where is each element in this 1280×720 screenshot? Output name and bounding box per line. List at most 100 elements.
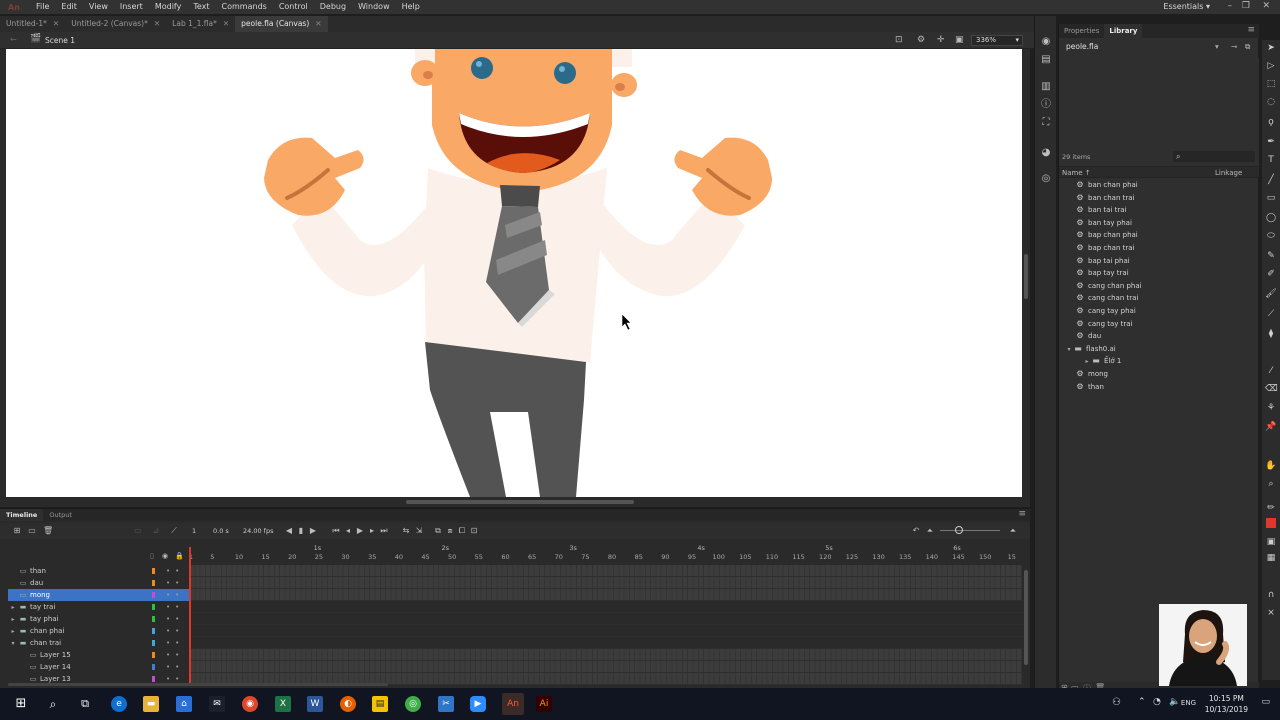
panel-menu-icon[interactable]: ≡	[1018, 509, 1026, 519]
back-arrow-icon[interactable]: ←	[10, 35, 17, 44]
panel-menu-icon[interactable]: ≡	[1247, 25, 1255, 35]
frame-row[interactable]	[190, 589, 1022, 601]
layer-color-swatch[interactable]	[152, 640, 155, 646]
play-icon[interactable]: ▶	[355, 526, 365, 536]
frame-row[interactable]	[190, 565, 1022, 577]
timeline-vertical-scrollbar[interactable]	[1022, 565, 1030, 673]
doc-tab-peole[interactable]: peole.fla (Canvas) ✕	[235, 16, 328, 32]
browser-icon[interactable]: ◎	[405, 696, 421, 712]
loop-icon[interactable]: ⇆	[401, 526, 411, 536]
windows-start-icon[interactable]: ⊞	[13, 696, 29, 712]
layer-row[interactable]: ▸ ▬ tay phai ••	[8, 613, 190, 625]
layer-color-swatch[interactable]	[152, 652, 155, 658]
close-icon[interactable]: ✕	[223, 19, 229, 28]
scene-label[interactable]: Scene 1	[45, 36, 75, 45]
play-left-icon[interactable]: ◀	[284, 526, 294, 536]
timeline-zoom-slider[interactable]	[940, 530, 1000, 531]
zoom-in-icon[interactable]: ⏶	[1008, 526, 1018, 536]
layer-row[interactable]: ▸ ▬ chan phai ••	[8, 625, 190, 637]
current-frame[interactable]: 1	[192, 527, 196, 535]
new-layer-icon[interactable]: ⊞	[12, 526, 22, 536]
library-item[interactable]: ⚙ ban chan trai	[1059, 192, 1259, 205]
menu-insert[interactable]: Insert	[114, 0, 149, 14]
clock[interactable]: 10:15 PM 10/13/2019	[1205, 693, 1248, 715]
zoom-app-icon[interactable]: ▶	[470, 696, 486, 712]
library-search[interactable]: ⌕	[1173, 151, 1255, 162]
layer-visibility-lock-dots[interactable]: ••	[166, 625, 184, 637]
menu-window[interactable]: Window	[352, 0, 396, 14]
layer-color-swatch[interactable]	[152, 664, 155, 670]
search-icon[interactable]: ⌕	[45, 696, 61, 712]
lock-icon[interactable]: 🔒	[175, 552, 184, 560]
network-icon[interactable]: ◔	[1153, 697, 1161, 707]
frame-row[interactable]	[190, 613, 1022, 625]
subselection-tool-icon[interactable]: ▷	[1265, 60, 1277, 72]
new-folder-icon[interactable]: ▭	[27, 526, 37, 536]
layer-row[interactable]: ▭ Layer 15 ••	[8, 649, 190, 661]
hand-tool-icon[interactable]: ✋	[1265, 460, 1277, 472]
chrome-icon[interactable]: ◉	[242, 696, 258, 712]
first-frame-icon[interactable]: ⏮	[331, 526, 341, 536]
library-item[interactable]: ⚙ bap chan phai	[1059, 229, 1259, 242]
swap-colors-icon[interactable]: ▦	[1265, 552, 1277, 564]
zoom-out-icon[interactable]: ⏶	[925, 526, 935, 536]
scrollbar-thumb[interactable]	[1024, 570, 1028, 665]
menu-file[interactable]: File	[30, 0, 55, 14]
library-item[interactable]: ▸ ▬ Ếlớ 1	[1059, 355, 1259, 368]
lasso-tool-icon[interactable]: ϙ	[1265, 116, 1277, 128]
animate-app-icon[interactable]: An	[502, 693, 524, 715]
width-tool-icon[interactable]: ⚘	[1265, 402, 1277, 414]
workspace-switcher[interactable]: Essentials ▾	[1163, 0, 1210, 14]
doc-tab-untitled-1[interactable]: Untitled-1* ✕	[0, 16, 65, 32]
library-item[interactable]: ⚙ bap tai phai	[1059, 255, 1259, 268]
layer-color-swatch[interactable]	[152, 568, 155, 574]
frame-row[interactable]	[190, 601, 1022, 613]
transform-icon[interactable]: ⛶	[1040, 117, 1052, 129]
onion-skin-icon[interactable]: ⧉	[433, 526, 443, 536]
layer-visibility-lock-dots[interactable]: ••	[166, 613, 184, 625]
clip-canvas-icon[interactable]: ⊡	[895, 35, 903, 45]
close-icon[interactable]: ✕	[315, 19, 321, 28]
store-icon[interactable]: ⌂	[176, 696, 192, 712]
column-linkage[interactable]: Linkage	[1215, 169, 1242, 177]
scrollbar-thumb[interactable]	[8, 683, 388, 686]
firefox-icon[interactable]: ◐	[340, 696, 356, 712]
illustrator-icon[interactable]: Ai	[536, 696, 552, 712]
edge-icon[interactable]: e	[111, 696, 127, 712]
layer-visibility-lock-dots[interactable]: ••	[166, 649, 184, 661]
frame-row[interactable]	[190, 637, 1022, 649]
library-item[interactable]: ⚙ ban chan phai	[1059, 179, 1259, 192]
layer-color-swatch[interactable]	[152, 628, 155, 634]
snip-icon[interactable]: ✂	[438, 696, 454, 712]
elapsed-time[interactable]: 0.0 s	[213, 527, 229, 535]
last-frame-icon[interactable]: ⏭	[379, 526, 389, 536]
layer-visibility-lock-dots[interactable]: ••	[166, 589, 184, 601]
layer-color-swatch[interactable]	[152, 580, 155, 586]
center-frame-icon[interactable]: ⇲	[414, 526, 424, 536]
layer-color-swatch[interactable]	[152, 676, 155, 682]
library-item[interactable]: ⚙ ban tay phai	[1059, 217, 1259, 230]
tab-timeline[interactable]: Timeline	[0, 509, 44, 521]
library-item[interactable]: ⚙ than	[1059, 381, 1259, 394]
word-icon[interactable]: W	[307, 696, 323, 712]
column-name[interactable]: Name ↑	[1062, 169, 1091, 177]
scrollbar-thumb[interactable]	[406, 500, 634, 504]
menu-debug[interactable]: Debug	[314, 0, 352, 14]
close-icon[interactable]: ✕	[53, 19, 59, 28]
menu-control[interactable]: Control	[273, 0, 314, 14]
pin-icon[interactable]: ⊸	[1231, 41, 1237, 53]
layer-visibility-lock-dots[interactable]: ••	[166, 661, 184, 673]
library-item[interactable]: ⚙ cang tay phai	[1059, 305, 1259, 318]
stop-icon[interactable]: ▮	[296, 526, 306, 536]
character-illustration[interactable]	[6, 49, 1022, 497]
layers-scrollbar[interactable]	[8, 683, 388, 687]
library-item[interactable]: ⚙ dau	[1059, 330, 1259, 343]
people-icon[interactable]: ⚇	[1112, 697, 1121, 708]
swatches-icon[interactable]: ◎	[1040, 173, 1052, 185]
play-right-icon[interactable]: ▶	[308, 526, 318, 536]
frame-row[interactable]	[190, 577, 1022, 589]
tab-output[interactable]: Output	[43, 509, 78, 521]
pin-tool-icon[interactable]: 📌	[1265, 421, 1277, 433]
delete-layer-icon[interactable]: 🗑	[43, 526, 53, 536]
menu-commands[interactable]: Commands	[216, 0, 273, 14]
